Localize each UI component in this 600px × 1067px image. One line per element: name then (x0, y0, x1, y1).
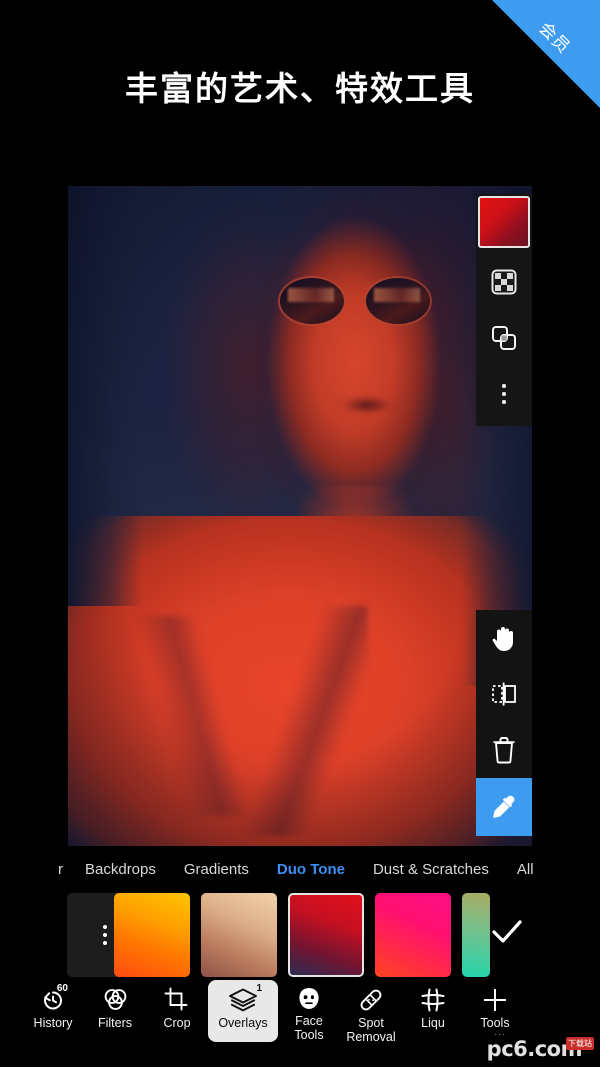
liquify-grid-icon (421, 988, 445, 1012)
nav-label-filters: Filters (97, 1016, 133, 1030)
hand-icon (492, 627, 513, 651)
layers-icon (229, 988, 257, 1012)
checkerboard-icon (491, 269, 517, 295)
nav-item-face-tools[interactable]: Face Tools (278, 980, 340, 1042)
watermark-badge: 下载站 (566, 1036, 594, 1050)
nav-label-overlays: Overlays (218, 1016, 268, 1030)
nav-label-history: History (33, 1016, 73, 1030)
filters-icon-wrap (101, 986, 129, 1014)
tab-dust-scratches[interactable]: Dust & Scratches (359, 861, 503, 878)
tab-gradients[interactable]: Gradients (170, 861, 263, 878)
edit-toolbar (476, 610, 532, 836)
member-ribbon[interactable]: 会员 (492, 0, 600, 108)
nav-label-crop: Crop (163, 1016, 191, 1030)
vertical-dots-icon (103, 925, 107, 945)
watermark-dots: ˙˙˙ (494, 1033, 507, 1043)
delete-layer-button[interactable] (476, 722, 532, 778)
tab-duo-tone[interactable]: Duo Tone (263, 861, 359, 878)
history-count-badge: 60 (56, 983, 68, 994)
tab-backdrops[interactable]: Backdrops (71, 861, 170, 878)
crop-icon (164, 987, 188, 1011)
nav-item-history[interactable]: 60 History (22, 980, 84, 1042)
swatch-tan[interactable] (201, 893, 277, 977)
nav-label-face-tools: Face Tools (294, 1014, 324, 1042)
overlays-icon-wrap: 1 (228, 983, 262, 1014)
nav-item-overlays[interactable]: 1 Overlays (208, 980, 278, 1042)
overlay-category-tabs: r Backdrops Gradients Duo Tone Dust & Sc… (0, 852, 600, 886)
editor-canvas[interactable] (0, 186, 600, 848)
layer-more-options[interactable] (476, 366, 532, 422)
flip-horizontal-icon (492, 682, 516, 706)
crop-icon-wrap (164, 986, 190, 1014)
swatch-crimson[interactable] (288, 893, 364, 977)
three-circles-icon (104, 989, 127, 1010)
swatch-orange[interactable] (114, 893, 190, 977)
tools-icon-wrap (481, 986, 509, 1014)
blend-mode-button[interactable] (476, 310, 532, 366)
overlays-count-badge: 1 (256, 983, 262, 994)
swatch-magenta[interactable] (375, 893, 451, 977)
bandage-icon (360, 989, 382, 1011)
trash-icon (493, 737, 515, 764)
pan-tool-button[interactable] (476, 610, 532, 666)
watermark: ˙˙˙ pc6.com 下载站 (487, 1033, 594, 1061)
overlay-color-swatch[interactable] (478, 196, 530, 248)
preset-swatch-strip (0, 893, 600, 977)
promo-header: 丰富的艺术、特效工具 会员 (0, 0, 600, 186)
history-icon-wrap: 60 (40, 983, 68, 1014)
color-picker-button[interactable] (476, 778, 532, 836)
spot-removal-icon-wrap (357, 986, 385, 1014)
checkmark-icon (492, 920, 522, 943)
nav-item-filters[interactable]: Filters (84, 980, 146, 1042)
transparency-toggle[interactable] (476, 254, 532, 310)
vertical-dots-icon (502, 384, 506, 404)
confirm-button[interactable] (486, 911, 528, 953)
liquify-icon-wrap (420, 986, 446, 1014)
nav-label-tools: Tools (480, 1016, 510, 1030)
overlapping-squares-icon (492, 326, 516, 350)
nav-label-spot-removal: Spot Removal (346, 1016, 396, 1044)
edited-photo[interactable] (68, 186, 532, 846)
face-icon-wrap (296, 986, 322, 1012)
plus-icon (484, 989, 506, 1011)
photo-vignette (68, 186, 532, 846)
flip-tool-button[interactable] (476, 666, 532, 722)
face-icon (299, 988, 319, 1009)
tab-clipped[interactable]: r (0, 861, 71, 878)
nav-item-spot-removal[interactable]: Spot Removal (340, 980, 402, 1044)
nav-label-liquify: Liqu (421, 1016, 445, 1030)
nav-item-liquify[interactable]: Liqu (402, 980, 464, 1042)
nav-item-crop[interactable]: Crop (146, 980, 208, 1042)
layer-toolbar (476, 194, 532, 426)
eyedropper-icon (493, 795, 515, 818)
tab-all[interactable]: All (503, 861, 548, 878)
